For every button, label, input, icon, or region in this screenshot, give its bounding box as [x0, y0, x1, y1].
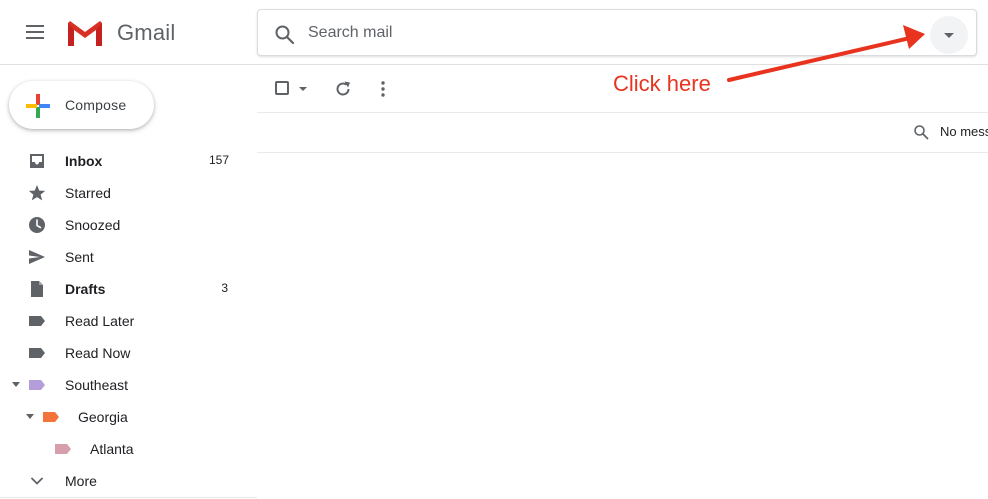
plus-icon [26, 94, 50, 118]
label-icon [29, 348, 45, 358]
clock-icon [29, 217, 45, 233]
sidebar-item-starred[interactable]: Starred [0, 177, 250, 209]
chevron-down-icon [31, 477, 43, 485]
sidebar-item-label: Drafts [65, 281, 106, 297]
annotation-arrow-icon [727, 25, 925, 82]
sidebar-item-sent[interactable]: Sent [0, 241, 250, 273]
sidebar-item-read-later[interactable]: Read Later [0, 305, 250, 337]
sidebar-item-atlanta[interactable]: Atlanta [0, 433, 250, 465]
label-icon [43, 412, 59, 422]
results-divider [257, 152, 988, 153]
sidebar-item-label: Georgia [78, 409, 128, 425]
select-options-caret-icon[interactable] [299, 87, 307, 91]
sidebar-item-label: Starred [65, 185, 111, 201]
sidebar-item-snoozed[interactable]: Snoozed [0, 209, 250, 241]
app-name: Gmail [117, 20, 176, 45]
sidebar-item-label: Snoozed [65, 217, 121, 233]
toolbar-divider [257, 112, 988, 113]
sidebar-item-label: Southeast [65, 377, 129, 393]
sidebar-item-georgia[interactable]: Georgia [0, 401, 250, 433]
unread-count: 157 [208, 153, 229, 167]
sidebar-item-inbox[interactable]: Inbox 157 [0, 145, 250, 177]
sidebar-item-label: Read Later [65, 313, 135, 329]
label-icon [29, 380, 45, 390]
sidebar-item-label: Atlanta [90, 441, 134, 457]
sidebar-item-label: Sent [65, 249, 94, 265]
draft-icon [31, 281, 43, 297]
search-icon [914, 125, 929, 140]
star-icon [28, 185, 46, 201]
compose-label: Compose [65, 97, 127, 113]
sidebar-item-label: Inbox [65, 153, 103, 169]
inbox-icon [30, 154, 44, 168]
label-icon [29, 316, 45, 326]
label-icon [55, 444, 71, 454]
expand-caret-icon[interactable] [12, 382, 20, 387]
sidebar-item-southeast[interactable]: Southeast [0, 369, 250, 401]
refresh-icon[interactable] [334, 80, 352, 98]
search-icon[interactable] [274, 24, 296, 46]
sidebar-item-drafts[interactable]: Drafts 3 [0, 273, 250, 305]
more-vertical-icon[interactable] [381, 80, 385, 98]
gmail-logo-icon [68, 21, 102, 46]
send-icon [29, 250, 45, 264]
sidebar-item-read-now[interactable]: Read Now [0, 337, 250, 369]
expand-caret-icon[interactable] [26, 414, 34, 419]
annotation-text: Click here [613, 71, 711, 96]
sidebar-item-label: Read Now [65, 345, 131, 361]
empty-state-text: No mess [940, 124, 988, 139]
sidebar-item-label: More [65, 473, 97, 489]
sidebar-item-more[interactable]: More [0, 465, 250, 497]
sidebar-divider [0, 497, 257, 498]
select-all-checkbox[interactable] [275, 81, 289, 95]
main-menu-button[interactable] [26, 25, 46, 41]
draft-count: 3 [221, 281, 228, 295]
